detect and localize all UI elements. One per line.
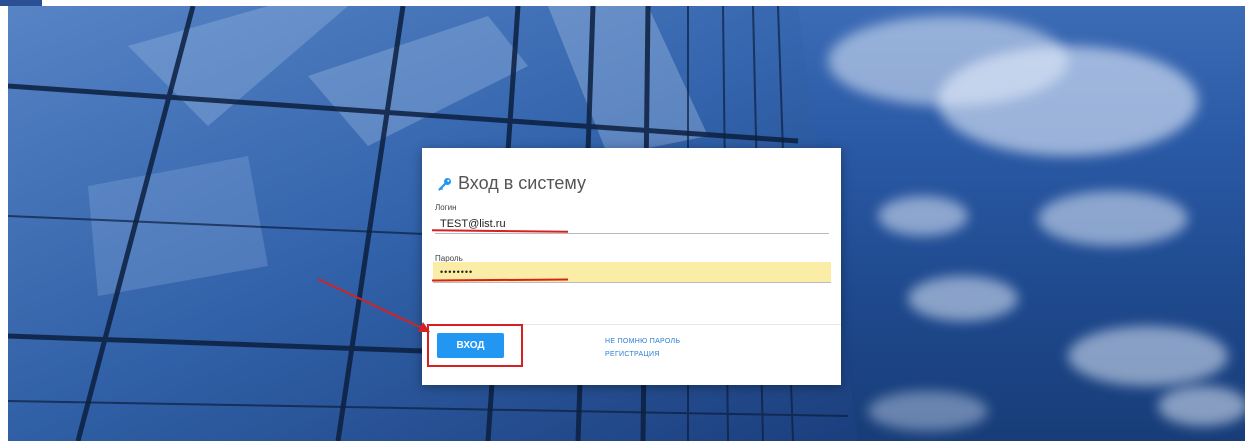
login-title-row: Вход в систему (438, 173, 586, 194)
annotation-highlight-box (427, 324, 523, 367)
login-title: Вход в систему (458, 173, 586, 193)
key-icon (438, 177, 451, 191)
forgot-password-link[interactable]: НЕ ПОМНЮ ПАРОЛЬ (605, 338, 680, 345)
register-link[interactable]: РЕГИСТРАЦИЯ (605, 351, 660, 358)
corner-tab (0, 0, 42, 6)
login-label: Логин (435, 203, 457, 212)
screenshot: Вход в систему Логин Пароль ВХОД НЕ ПОМН… (0, 0, 1245, 441)
